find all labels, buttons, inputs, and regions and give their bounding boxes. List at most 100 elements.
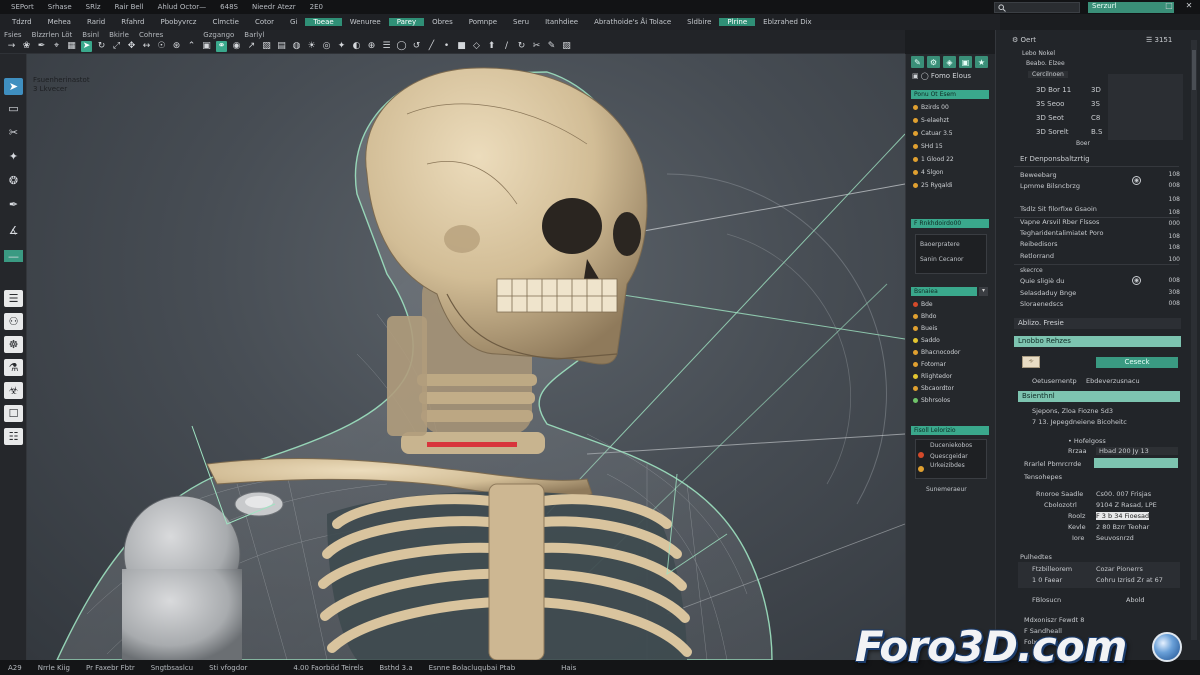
tab[interactable]: Itanhdiee xyxy=(537,18,586,26)
view-icon[interactable]: ◍ xyxy=(291,41,302,52)
property-value[interactable]: 108 xyxy=(1169,244,1180,251)
outliner-row[interactable]: S-elaehzt xyxy=(913,116,985,125)
outliner-row[interactable]: SHd 15 xyxy=(913,142,985,151)
tab[interactable]: Clmctie xyxy=(204,18,247,26)
fill-icon[interactable]: ▨ xyxy=(561,41,572,52)
target-icon[interactable]: ◎ xyxy=(321,41,332,52)
cursor-icon[interactable]: ➤ xyxy=(81,41,92,52)
color-field[interactable] xyxy=(1094,458,1178,468)
snap-icon[interactable]: ⌖ xyxy=(51,41,62,52)
tab[interactable]: Abrathoide's Åi Tolace xyxy=(586,18,679,26)
select-icon[interactable]: ▣ xyxy=(201,41,212,52)
scale-icon[interactable]: ⤢ xyxy=(111,41,122,52)
vertex-icon[interactable]: • xyxy=(441,41,452,52)
bone-swatch-icon[interactable]: ∻ xyxy=(1022,356,1040,368)
menu-item[interactable]: Nieedr Atezr xyxy=(245,3,303,11)
pen-tool-icon[interactable]: ✒ xyxy=(4,196,23,213)
menu-item[interactable]: 2E0 xyxy=(303,3,330,11)
panel-tool-icon[interactable]: ★ xyxy=(975,56,988,68)
tab-active[interactable]: Toeae xyxy=(305,18,342,26)
grid-icon[interactable]: ▦ xyxy=(66,41,77,52)
measure-tool-icon[interactable]: ∡ xyxy=(4,222,23,239)
skeleton-icon[interactable]: ☣ xyxy=(4,382,23,399)
tool-label[interactable]: Fsies xyxy=(4,31,22,39)
mirror-icon[interactable]: ↔ xyxy=(141,41,152,52)
knife-icon[interactable]: ✂ xyxy=(531,41,542,52)
tab-active[interactable]: Parey xyxy=(388,18,425,26)
spin-icon[interactable]: ↻ xyxy=(516,41,527,52)
tab[interactable]: Wenuree xyxy=(342,18,389,26)
extrude-icon[interactable]: ⬆ xyxy=(486,41,497,52)
weld-icon[interactable]: ⊛ xyxy=(171,41,182,52)
notes-icon[interactable]: ☷ xyxy=(4,428,23,445)
property-value[interactable]: 008 xyxy=(1169,300,1180,307)
check-button[interactable]: Ceseck xyxy=(1096,357,1178,368)
property-value[interactable]: 108 xyxy=(1169,209,1180,216)
frame-tool-icon[interactable]: ▭ xyxy=(4,100,23,117)
section-header[interactable]: Fisoll Lelorizio xyxy=(911,426,989,435)
slice-icon[interactable]: ∕ xyxy=(501,41,512,52)
outliner-row[interactable]: Bhacnocodor xyxy=(913,348,985,357)
outliner-row[interactable]: Fotomar xyxy=(913,360,985,369)
outliner-row[interactable]: Bhdo xyxy=(913,312,985,321)
tool-label[interactable]: Barlyl xyxy=(244,31,264,39)
outliner-row[interactable]: Bzirds 00 xyxy=(913,103,985,112)
gear-icon[interactable]: ⚙ xyxy=(1012,36,1018,44)
tab[interactable]: Tdzrd xyxy=(4,18,40,26)
collapse-icon[interactable]: — xyxy=(4,250,23,263)
target-icon[interactable]: ◉ xyxy=(1132,176,1141,185)
outliner-row[interactable]: Saddo xyxy=(913,336,985,345)
tool-label[interactable]: Bsinl xyxy=(82,31,99,39)
tab[interactable]: Obres xyxy=(424,18,461,26)
outliner-row[interactable]: Sbhrsolos xyxy=(913,396,985,405)
section-header[interactable]: Ponu Ot Esem xyxy=(911,90,989,99)
tab[interactable]: Mehea xyxy=(40,18,79,26)
tree-item[interactable]: 3S Seoo xyxy=(1036,100,1064,108)
tab[interactable]: Rarid xyxy=(79,18,113,26)
outliner-row[interactable]: Bueis xyxy=(913,324,985,333)
tool-label[interactable]: Bkirle xyxy=(109,31,129,39)
property-value[interactable]: Hbad 200 Jy 13 xyxy=(1096,447,1178,455)
scissors-icon[interactable]: ✂ xyxy=(4,124,23,141)
edge-icon[interactable]: ╱ xyxy=(426,41,437,52)
node-icon[interactable]: ◉ xyxy=(231,41,242,52)
rig-icon[interactable]: ☸ xyxy=(4,336,23,353)
wire-icon[interactable]: ⌃ xyxy=(186,41,197,52)
align-icon[interactable]: ☰ xyxy=(381,41,392,52)
tool-label[interactable]: Blzzrlen Löt xyxy=(32,31,73,39)
move-icon[interactable]: → xyxy=(6,41,17,52)
property-value[interactable]: 000 xyxy=(1169,220,1180,227)
arrow-icon[interactable]: ↗ xyxy=(246,41,257,52)
transform-icon[interactable]: ✥ xyxy=(126,41,137,52)
outliner-row[interactable]: Sbcaordtor xyxy=(913,384,985,393)
mask-icon[interactable]: ◐ xyxy=(351,41,362,52)
footer-link[interactable]: FBlosucn xyxy=(1032,596,1061,604)
tab[interactable]: Sldbire xyxy=(679,18,719,26)
footer-link[interactable]: Abold xyxy=(1126,596,1144,604)
outliner-row[interactable]: 25 Ryqaldi xyxy=(913,181,985,190)
select-tool-icon[interactable]: ➤ xyxy=(4,78,23,95)
paint-tool-icon[interactable]: ✦ xyxy=(4,148,23,165)
section-bar-active[interactable]: Lnobbo Rehzes xyxy=(1014,336,1181,347)
property-value[interactable]: 108 xyxy=(1169,233,1180,240)
property-value[interactable]: 100 xyxy=(1169,256,1180,263)
section-header[interactable]: Bsnaiea xyxy=(911,287,977,296)
camera-icon[interactable]: ▧ xyxy=(261,41,272,52)
tab[interactable]: Eblzrahed Dix xyxy=(755,18,820,26)
tree-item[interactable]: Boer xyxy=(1076,140,1090,147)
tree-item[interactable]: Cercilnoen xyxy=(1028,71,1068,78)
loop-icon[interactable]: ↺ xyxy=(411,41,422,52)
outliner-row[interactable]: Bde xyxy=(913,300,985,309)
rotate-icon[interactable]: ↻ xyxy=(96,41,107,52)
ring-icon[interactable]: ◯ xyxy=(396,41,407,52)
tab[interactable]: Pomnpe xyxy=(461,18,505,26)
bone-icon[interactable]: ⚗ xyxy=(4,359,23,376)
morph-icon[interactable]: ✦ xyxy=(336,41,347,52)
bevel-icon[interactable]: ◇ xyxy=(471,41,482,52)
target-icon[interactable]: ◉ xyxy=(1132,276,1141,285)
tool-label[interactable]: Cohres xyxy=(139,31,163,39)
panel-tool-icon[interactable]: ▣ xyxy=(959,56,972,68)
joint-icon[interactable]: ☐ xyxy=(4,405,23,422)
tab[interactable]: Pbobyvrcz xyxy=(153,18,205,26)
light-icon[interactable]: ☀ xyxy=(306,41,317,52)
